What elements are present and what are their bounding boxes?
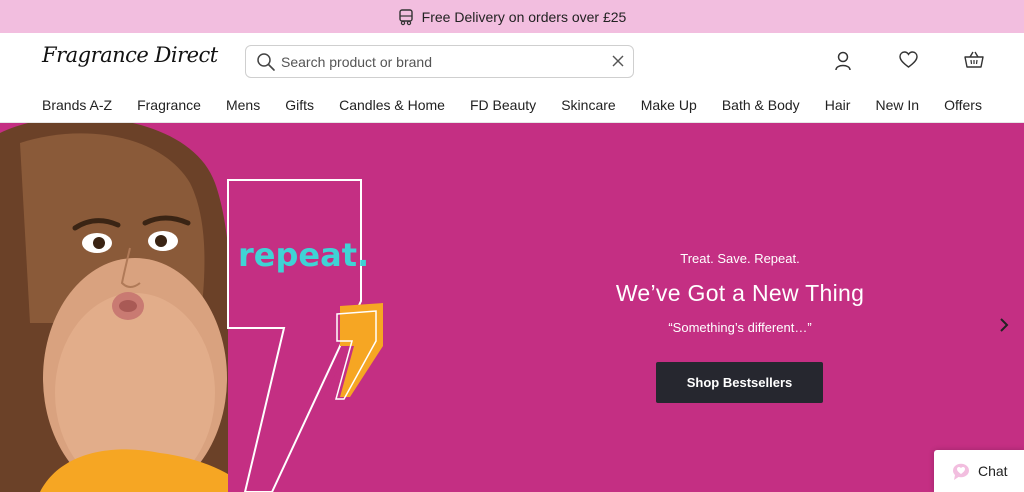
close-icon[interactable] <box>611 54 625 68</box>
account-icon[interactable] <box>834 51 852 71</box>
hero-image: repeat. <box>0 123 383 492</box>
chevron-right-icon[interactable] <box>998 317 1010 333</box>
nav-item[interactable]: Brands A-Z <box>42 97 112 113</box>
hero-subtext: “Something’s different…” <box>668 320 812 335</box>
hero-eyebrow: Treat. Save. Repeat. <box>680 251 800 266</box>
hero-banner[interactable]: repeat. Treat. Save. Repeat. We’ve Got a… <box>0 123 1024 492</box>
nav-item[interactable]: Bath & Body <box>722 97 800 113</box>
nav-item[interactable]: Hair <box>825 97 851 113</box>
delivery-van-icon <box>398 8 413 25</box>
nav-item[interactable]: Gifts <box>285 97 314 113</box>
nav-item[interactable]: Offers <box>944 97 982 113</box>
nav-item[interactable]: Make Up <box>641 97 697 113</box>
search-icon[interactable] <box>256 52 276 72</box>
wishlist-heart-icon[interactable] <box>899 51 918 69</box>
nav-list: Brands A-Z Fragrance Mens Gifts Candles & Ho… <box>0 91 1024 119</box>
chat-bubble-icon <box>953 463 969 480</box>
hero-art-text: repeat. <box>238 236 369 274</box>
chat-button[interactable]: Chat <box>934 450 1024 492</box>
nav-item[interactable]: Fragrance <box>137 97 201 113</box>
hero-headline: We’ve Got a New Thing <box>615 280 865 306</box>
search-input[interactable] <box>281 46 601 77</box>
shop-bestsellers-button[interactable]: Shop Bestsellers <box>656 362 823 403</box>
nav-item[interactable]: FD Beauty <box>470 97 536 113</box>
logo-text: Fragrance Direct <box>42 43 218 67</box>
site-header: Fragrance Direct <box>0 33 1024 91</box>
promo-text: Free Delivery on orders over £25 <box>421 8 627 25</box>
basket-icon[interactable] <box>964 51 984 69</box>
nav-item[interactable]: New In <box>875 97 919 113</box>
nav-item[interactable]: Skincare <box>561 97 615 113</box>
nav-item[interactable]: Mens <box>226 97 260 113</box>
main-nav: Brands A-Z Fragrance Mens Gifts Candles & Ho… <box>0 91 1024 123</box>
nav-item[interactable]: Candles & Home <box>339 97 445 113</box>
logo[interactable]: Fragrance Direct <box>42 43 218 67</box>
promo-bar: Free Delivery on orders over £25 <box>0 0 1024 33</box>
chat-label: Chat <box>978 463 1008 479</box>
search-bar[interactable] <box>245 45 634 78</box>
